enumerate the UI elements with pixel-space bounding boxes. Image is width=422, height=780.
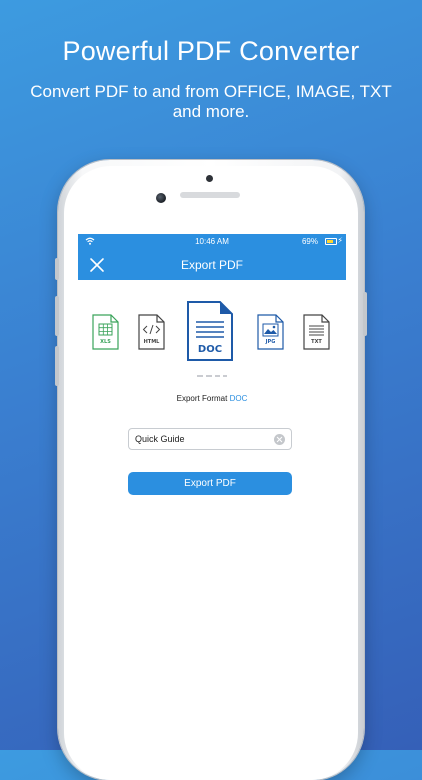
filename-field[interactable] — [128, 428, 292, 450]
format-xls[interactable]: XLS — [92, 314, 119, 350]
phone-volume-up — [55, 296, 59, 336]
charging-icon: ⚡ — [337, 236, 343, 245]
format-doc[interactable]: DOC — [186, 300, 234, 362]
app-screen: 10:46 AM 69% ⚡ Export PDF XLS HTML DOC J… — [78, 234, 346, 750]
format-doc-label: DOC — [197, 344, 223, 355]
front-camera — [156, 193, 166, 203]
front-sensor — [206, 175, 213, 182]
nav-title: Export PDF — [180, 258, 243, 272]
status-bar: 10:46 AM 69% ⚡ — [78, 234, 346, 250]
clear-icon[interactable] — [274, 434, 285, 445]
phone-power-button — [363, 292, 367, 336]
export-format-label: Export Format — [176, 394, 228, 403]
format-xls-label: XLS — [100, 339, 111, 345]
format-jpg-label: JPG — [265, 339, 276, 345]
phone-speaker — [180, 192, 240, 198]
phone-volume-down — [55, 346, 59, 386]
export-format-row: Export Format DOC — [78, 394, 346, 403]
promo-subline: Convert PDF to and from OFFICE, IMAGE, T… — [30, 82, 392, 121]
export-pdf-button[interactable]: Export PDF — [128, 472, 292, 495]
format-txt[interactable]: TXT — [303, 314, 330, 350]
format-html-label: HTML — [143, 339, 160, 345]
format-jpg[interactable]: JPG — [257, 314, 284, 350]
format-html[interactable]: HTML — [138, 314, 165, 350]
nav-bar: Export PDF — [78, 250, 346, 280]
promo-headline: Powerful PDF Converter — [62, 36, 360, 66]
battery-percent: 69% — [301, 237, 318, 246]
battery-icon — [325, 238, 337, 245]
phone-mute-switch — [55, 258, 59, 280]
export-format-value: DOC — [229, 394, 248, 403]
format-txt-label: TXT — [311, 339, 322, 345]
filename-input[interactable] — [135, 432, 275, 446]
format-pager-indicator — [197, 375, 227, 377]
